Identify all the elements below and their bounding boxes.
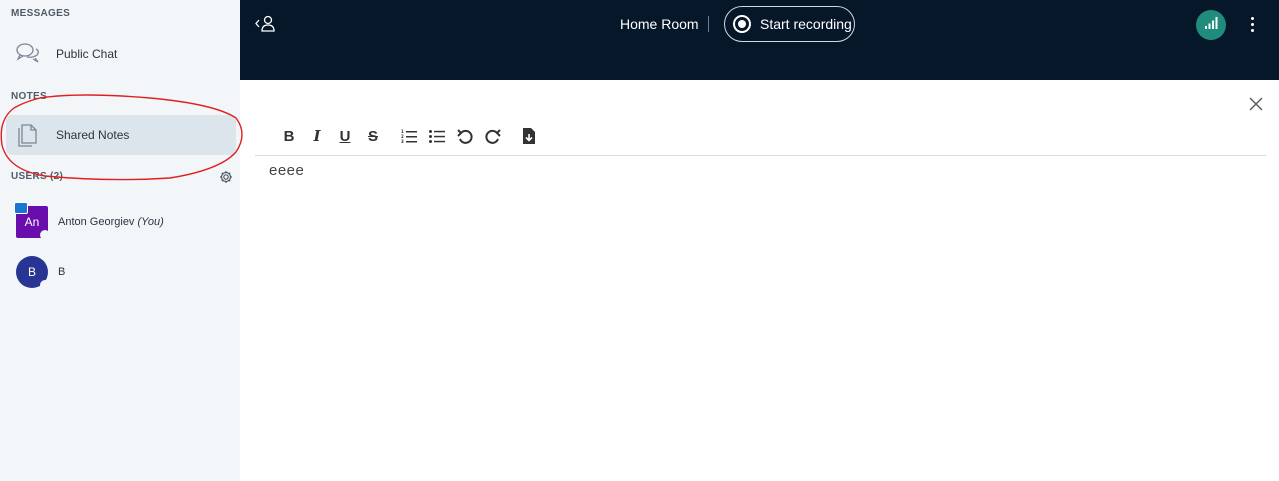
connection-status-button[interactable] [1196,10,1226,40]
redo-icon[interactable] [482,125,504,147]
users-section-title: USERS (2) [11,171,64,182]
underline-icon[interactable]: U [334,125,356,147]
ordered-list-icon[interactable]: 1 2 3 [398,125,420,147]
top-navbar: Home Room Start recording [240,0,1279,80]
sidebar: MESSAGES Public Chat NOTES Shared Notes … [0,0,240,481]
user-you-label: (You) [137,216,164,228]
more-options-icon[interactable] [1244,12,1260,36]
notes-section-title: NOTES [11,91,47,102]
status-indicator [40,230,50,240]
svg-text:3: 3 [401,139,404,143]
avatar-initials: B [27,265,36,279]
toolbar-divider [255,155,1266,156]
public-chat-label: Public Chat [56,47,118,61]
italic-icon[interactable]: I [306,125,328,147]
shared-notes-icon [15,122,41,148]
user-name: B [58,266,65,278]
notes-toolbar: B I U S 1 2 3 [278,124,546,148]
toggle-userlist-icon[interactable] [254,14,278,34]
avatar-initials: An [24,215,40,229]
status-indicator [40,280,50,290]
avatar: An [14,202,50,240]
gear-icon[interactable] [219,170,233,184]
undo-icon[interactable] [454,125,476,147]
chat-icon [15,41,41,67]
sidebar-item-shared-notes[interactable]: Shared Notes [6,115,236,155]
messages-section-title: MESSAGES [11,8,71,19]
user-list-item[interactable]: An Anton Georgiev (You) [14,202,164,240]
start-recording-button[interactable]: Start recording [724,6,855,42]
close-icon[interactable] [1248,96,1264,112]
record-label: Start recording [760,16,852,32]
user-name-text: B [58,266,66,278]
sidebar-item-public-chat[interactable]: Public Chat [6,34,236,74]
import-file-icon[interactable] [518,125,540,147]
bold-icon[interactable]: B [278,125,300,147]
record-icon [733,15,751,33]
user-name-text: Anton Georgiev [58,216,135,228]
shared-notes-label: Shared Notes [56,128,130,142]
strikethrough-icon[interactable]: S [362,125,384,147]
user-list-item[interactable]: B B [16,255,65,290]
shared-notes-editor[interactable]: eeee [269,162,304,179]
signal-icon [1204,16,1218,35]
unordered-list-icon[interactable] [426,125,448,147]
header-divider [708,16,709,32]
avatar: B [16,256,50,290]
room-title: Home Room [620,16,699,32]
user-name: Anton Georgiev (You) [58,216,164,228]
presenter-icon [14,202,28,214]
